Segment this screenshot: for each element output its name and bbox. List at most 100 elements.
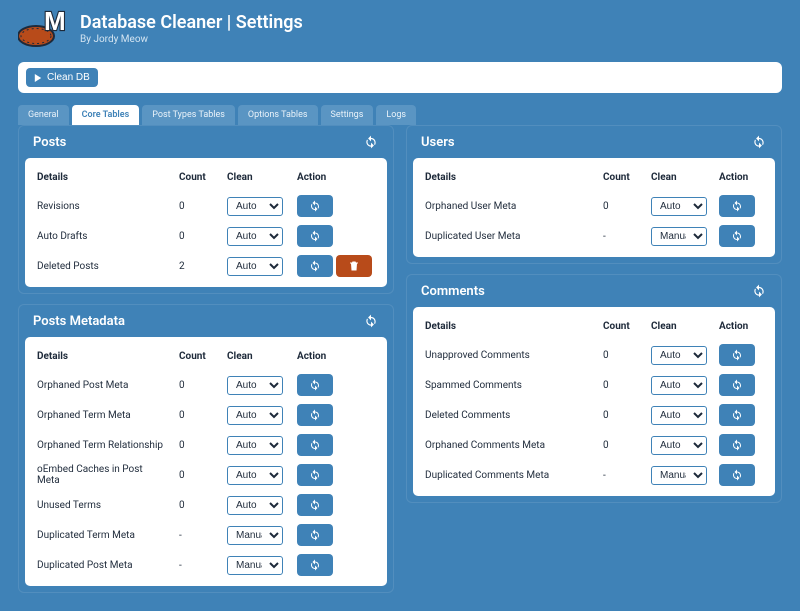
table-row: Deleted Comments0Auto <box>419 400 769 430</box>
clean-mode-select[interactable]: Auto <box>651 406 707 425</box>
clean-mode-select[interactable]: Auto <box>227 496 283 515</box>
row-label: Duplicated User Meta <box>419 221 597 251</box>
th-count: Count <box>597 317 645 340</box>
row-clean-button[interactable] <box>297 404 333 426</box>
row-label: Orphaned User Meta <box>419 191 597 221</box>
panel-refresh-button[interactable] <box>749 132 769 152</box>
table-row: Revisions0Auto <box>31 191 381 221</box>
row-clean-button[interactable] <box>719 344 755 366</box>
row-count: 0 <box>173 460 221 490</box>
row-count: 0 <box>173 430 221 460</box>
table-row: Deleted Posts2Auto <box>31 251 381 281</box>
refresh-icon <box>731 409 743 421</box>
table-row: Auto Drafts0 Auto <box>31 221 381 251</box>
row-label: Auto Drafts <box>31 221 173 251</box>
th-clean: Clean <box>645 168 713 191</box>
clean-mode-select[interactable]: Manual <box>227 526 283 545</box>
clean-mode-select[interactable]: Manual <box>651 227 707 246</box>
row-clean-button[interactable] <box>297 255 333 277</box>
table-row: Orphaned Term Relationship0Auto <box>31 430 381 460</box>
th-action: Action <box>291 168 381 191</box>
svg-text:M: M <box>44 8 66 36</box>
panel-users: Users Details Count Clean Action Orphane… <box>406 125 782 264</box>
row-clean-button[interactable] <box>297 434 333 456</box>
tab-core-tables[interactable]: Core Tables <box>72 105 140 125</box>
th-details: Details <box>419 168 597 191</box>
table-row: Duplicated User Meta-Manual <box>419 221 769 251</box>
row-trash-button[interactable] <box>336 255 372 277</box>
row-label: Deleted Posts <box>31 251 173 281</box>
row-clean-button[interactable] <box>719 195 755 217</box>
row-clean-button[interactable] <box>297 374 333 396</box>
app-logo: M <box>18 8 66 48</box>
play-icon <box>34 74 42 82</box>
row-clean-button[interactable] <box>297 195 333 217</box>
row-count: - <box>173 520 221 550</box>
tab-settings[interactable]: Settings <box>321 105 374 125</box>
row-label: Duplicated Post Meta <box>31 550 173 580</box>
refresh-icon <box>731 469 743 481</box>
th-details: Details <box>31 347 173 370</box>
tab-general[interactable]: General <box>18 105 69 125</box>
panel-title: Posts Metadata <box>33 314 125 329</box>
clean-mode-select[interactable]: Auto <box>651 436 707 455</box>
row-clean-button[interactable] <box>719 225 755 247</box>
clean-mode-select[interactable]: Manual <box>651 466 707 485</box>
clean-mode-select[interactable]: Auto <box>651 346 707 365</box>
refresh-icon <box>752 135 766 149</box>
row-label: Orphaned Comments Meta <box>419 430 597 460</box>
refresh-icon <box>309 200 321 212</box>
table-row: Orphaned Comments Meta0Auto <box>419 430 769 460</box>
panel-refresh-button[interactable] <box>361 132 381 152</box>
th-count: Count <box>173 347 221 370</box>
refresh-icon <box>309 469 321 481</box>
clean-mode-select[interactable]: Auto <box>227 197 283 216</box>
row-clean-button[interactable] <box>719 374 755 396</box>
panel-title: Users <box>421 135 455 150</box>
tab-logs[interactable]: Logs <box>376 105 416 125</box>
refresh-icon <box>364 314 378 328</box>
row-clean-button[interactable] <box>719 464 755 486</box>
clean-mode-select[interactable]: Auto <box>651 197 707 216</box>
refresh-icon <box>752 284 766 298</box>
clean-mode-select[interactable]: Auto <box>227 376 283 395</box>
row-clean-button[interactable] <box>719 404 755 426</box>
row-clean-button[interactable] <box>297 225 333 247</box>
clean-mode-select[interactable]: Manual <box>227 556 283 575</box>
page-title: Database Cleaner | Settings <box>80 12 303 33</box>
table-row: Spammed Comments0Auto <box>419 370 769 400</box>
refresh-icon <box>309 409 321 421</box>
refresh-icon <box>731 439 743 451</box>
row-label: Duplicated Term Meta <box>31 520 173 550</box>
row-clean-button[interactable] <box>297 524 333 546</box>
refresh-icon <box>309 230 321 242</box>
row-count: 0 <box>173 490 221 520</box>
clean-mode-select[interactable]: Auto <box>651 376 707 395</box>
byline: By Jordy Meow <box>80 34 303 45</box>
panel-refresh-button[interactable] <box>361 311 381 331</box>
refresh-icon <box>309 499 321 511</box>
panel-refresh-button[interactable] <box>749 281 769 301</box>
clean-mode-select[interactable]: Auto <box>227 466 283 485</box>
tab-options[interactable]: Options Tables <box>238 105 318 125</box>
clean-mode-select[interactable]: Auto <box>227 406 283 425</box>
clean-mode-select[interactable]: Auto <box>227 227 283 246</box>
row-clean-button[interactable] <box>719 434 755 456</box>
clean-mode-select[interactable]: Auto <box>227 436 283 455</box>
refresh-icon <box>309 529 321 541</box>
refresh-icon <box>309 379 321 391</box>
row-clean-button[interactable] <box>297 554 333 576</box>
row-count: 0 <box>597 191 645 221</box>
row-clean-button[interactable] <box>297 494 333 516</box>
clean-mode-select[interactable]: Auto <box>227 257 283 276</box>
panel-title: Posts <box>33 135 66 150</box>
th-count: Count <box>597 168 645 191</box>
tab-post-types[interactable]: Post Types Tables <box>142 105 235 125</box>
clean-db-button[interactable]: Clean DB <box>26 68 98 87</box>
header: M Database Cleaner | Settings By Jordy M… <box>0 0 800 62</box>
row-count: 0 <box>173 221 221 251</box>
row-clean-button[interactable] <box>297 464 333 486</box>
row-label: Spammed Comments <box>419 370 597 400</box>
panel-posts-metadata: Posts Metadata Details Count Clean Actio… <box>18 304 394 593</box>
th-action: Action <box>291 347 381 370</box>
